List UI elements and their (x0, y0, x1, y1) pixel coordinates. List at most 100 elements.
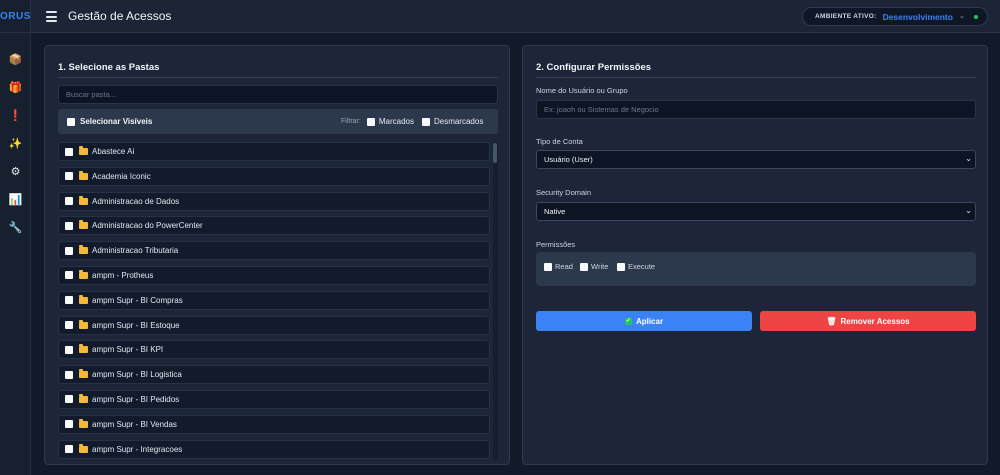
user-group-input[interactable] (536, 100, 976, 119)
apply-label: Aplicar (635, 316, 664, 326)
folder-name: Abastece Ai (92, 147, 135, 156)
folder-checkbox[interactable] (65, 370, 73, 379)
perm-write[interactable]: Write (580, 262, 608, 271)
folder-name: ampm Supr - Integracoes (92, 444, 183, 454)
folder-item[interactable]: Administracao de Dados (58, 191, 490, 211)
account-type-label: Tipo de Conta (536, 137, 583, 146)
filter-marked-label: Marcados (378, 117, 414, 126)
alert-icon[interactable]: ❗ (0, 101, 31, 129)
folder-name: ampm Supr - BI Vendas (92, 419, 177, 429)
perm-read-label: Read (555, 262, 573, 271)
chevron-down-icon[interactable]: ⌄ (959, 12, 965, 20)
filter-unmarked-checkbox[interactable] (421, 117, 430, 126)
filter-unmarked[interactable]: Desmarcados (421, 117, 484, 126)
folder-selection-panel: 1. Selecione as Pastas Selecionar Visíve… (44, 45, 510, 465)
folder-checkbox[interactable] (65, 147, 73, 156)
folder-name: ampm Supr - BI KPI (92, 345, 164, 355)
filter-marked-checkbox[interactable] (366, 117, 375, 126)
folder-checkbox[interactable] (65, 271, 73, 280)
perm-write-checkbox[interactable] (580, 262, 588, 271)
folder-checkbox[interactable] (65, 420, 73, 429)
folder-checkbox[interactable] (65, 296, 73, 305)
folder-item[interactable]: Abastece Ai (58, 142, 490, 161)
perm-read[interactable]: Read (544, 262, 573, 271)
filter-marked[interactable]: Marcados (366, 117, 414, 126)
permissions-box: Read Write Execute (536, 252, 976, 286)
folder-checkbox[interactable] (65, 172, 73, 181)
folder-item[interactable]: Administracao Tributaria (58, 241, 490, 261)
folder-icon (79, 220, 88, 230)
folder-item[interactable]: ampm Supr - BI KPI (58, 340, 490, 360)
folder-icon (79, 245, 88, 255)
top-header: Gestão de Acessos AMBIENTE ATIVO: Desenv… (31, 0, 1000, 33)
gift-icon[interactable]: 🎁 (0, 73, 31, 101)
perm-write-label: Write (591, 262, 609, 271)
folder-list-scrollbar[interactable] (493, 142, 498, 460)
divider (536, 77, 976, 78)
select-all-checkbox[interactable] (67, 117, 75, 126)
folder-search-input[interactable] (58, 85, 498, 104)
folder-icon (79, 195, 88, 205)
folder-list: Abastece Ai Academia Iconic Administracao … (58, 142, 490, 464)
remove-label: Remover Acessos (840, 316, 910, 326)
folder-item[interactable]: ampm Supr - Integracoes (58, 439, 490, 459)
folder-name: ampm Supr - BI Compras (92, 295, 183, 305)
account-type-select[interactable]: Usuário (User) ⌄ (536, 150, 976, 169)
chart-icon[interactable]: 📊 (0, 185, 31, 213)
folder-item[interactable]: ampm Supr - BI Logistica (58, 365, 490, 385)
folder-icon (79, 369, 88, 379)
permissions-label: Permissões (536, 240, 576, 249)
folder-icon (79, 294, 88, 304)
page-title: Gestão de Acessos (68, 9, 172, 23)
filter-group: Filtrar: Marcados Desmarcados (341, 117, 491, 126)
divider (58, 77, 498, 78)
folder-item[interactable]: ampm Supr - BI Vendas (58, 414, 490, 434)
folder-item[interactable]: Administracao do PowerCenter (58, 216, 490, 236)
folder-name: ampm - Protheus (92, 270, 154, 280)
app-logo: ORUS (0, 0, 31, 33)
folder-checkbox[interactable] (65, 246, 73, 255)
folder-name: Administracao do PowerCenter (92, 221, 203, 231)
folder-item[interactable]: ampm - Protheus (58, 265, 490, 285)
folder-item[interactable]: ampm Supr - BI Compras (58, 290, 490, 310)
perm-execute[interactable]: Execute (617, 262, 655, 271)
folder-checkbox[interactable] (65, 445, 73, 454)
box-icon[interactable]: 📦 (0, 45, 31, 73)
folder-icon (79, 269, 88, 279)
sidebar-nav: 📦 🎁 ❗ ✨ ⚙ 📊 🔧 (0, 45, 31, 241)
trash-icon: 🗑 (826, 316, 837, 326)
account-type-value: Usuário (User) (544, 155, 593, 164)
sparkle-icon[interactable]: ✨ (0, 129, 31, 157)
folder-checkbox[interactable] (65, 197, 73, 206)
filter-unmarked-label: Desmarcados (433, 117, 484, 126)
folder-checkbox[interactable] (65, 395, 73, 404)
folder-icon (79, 146, 88, 155)
folder-checkbox[interactable] (65, 345, 73, 354)
folder-item[interactable]: Academia Iconic (58, 166, 490, 186)
folder-item[interactable]: ampm Supr - BI Estoque (58, 315, 490, 335)
user-field-label: Nome do Usuário ou Grupo (536, 86, 628, 95)
security-domain-select[interactable]: Native ⌄ (536, 202, 976, 221)
apply-button[interactable]: ✓ Aplicar (536, 311, 752, 331)
folder-checkbox[interactable] (65, 321, 73, 330)
select-all-toggle[interactable]: Selecionar Visíveis (67, 117, 152, 126)
perm-execute-label: Execute (628, 262, 656, 271)
env-value: Desenvolvimento (882, 11, 953, 22)
folder-name: ampm Supr - BI Pedidos (92, 394, 180, 404)
remove-access-button[interactable]: 🗑 Remover Acessos (760, 311, 976, 331)
folder-checkbox[interactable] (65, 221, 73, 230)
gear-icon[interactable]: ⚙ (0, 157, 31, 185)
scrollbar-thumb[interactable] (493, 143, 497, 163)
menu-icon[interactable] (46, 11, 57, 22)
folder-icon (79, 443, 88, 453)
folder-name: Academia Iconic (92, 171, 151, 181)
check-icon: ✓ (624, 317, 632, 325)
folder-name: Administracao Tributaria (92, 246, 179, 256)
perm-execute-checkbox[interactable] (617, 262, 625, 271)
environment-selector[interactable]: AMBIENTE ATIVO: Desenvolvimento ⌄ (802, 7, 988, 26)
folder-item[interactable]: ampm Supr - BI Pedidos (58, 389, 490, 409)
env-label: AMBIENTE ATIVO: (815, 13, 877, 20)
perm-read-checkbox[interactable] (544, 262, 552, 271)
folder-panel-title: 1. Selecione as Pastas (58, 62, 160, 73)
wrench-icon[interactable]: 🔧 (0, 213, 31, 241)
